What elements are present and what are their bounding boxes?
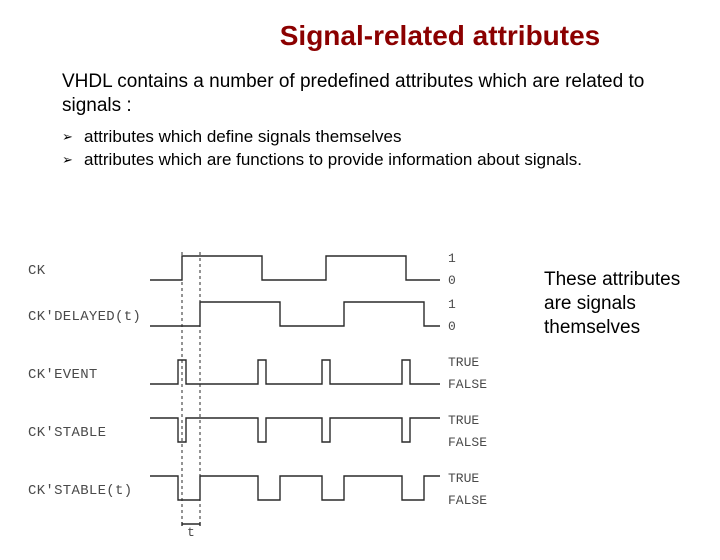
val-0: 0 — [448, 273, 456, 288]
val-true-b: TRUE — [448, 413, 479, 428]
wave-ck — [150, 256, 440, 280]
val-false-b: FALSE — [448, 435, 487, 450]
wave-ck-stable — [150, 418, 440, 442]
intro-paragraph: VHDL contains a number of predefined att… — [62, 70, 682, 118]
bullet-text: attributes which are functions to provid… — [84, 149, 582, 170]
side-note: These attributes are signals themselves — [544, 268, 694, 339]
list-item: ➢ attributes which are functions to prov… — [62, 149, 690, 170]
wave-ck-stable-t — [150, 476, 440, 500]
t-label: t — [187, 525, 195, 538]
val-1: 1 — [448, 251, 456, 266]
label-ck-stable: CK'STABLE — [28, 425, 106, 441]
bullet-icon: ➢ — [62, 126, 84, 145]
list-item: ➢ attributes which define signals themse… — [62, 126, 690, 147]
label-ck-stable-t: CK'STABLE(t) — [28, 483, 132, 499]
label-ck-delayed: CK'DELAYED(t) — [28, 309, 141, 325]
val-true-c: TRUE — [448, 471, 479, 486]
val-true-a: TRUE — [448, 355, 479, 370]
bullet-icon: ➢ — [62, 149, 84, 168]
bullet-list: ➢ attributes which define signals themse… — [62, 126, 690, 171]
wave-ck-event — [150, 360, 440, 384]
label-ck-event: CK'EVENT — [28, 367, 98, 383]
val-false-a: FALSE — [448, 377, 487, 392]
val-false-c: FALSE — [448, 493, 487, 508]
label-ck: CK — [28, 263, 46, 279]
bullet-text: attributes which define signals themselv… — [84, 126, 402, 147]
timing-diagram: CK 1 0 CK'DELAYED(t) 1 0 CK'EVENT TRUE F… — [10, 238, 530, 538]
val-1b: 1 — [448, 297, 456, 312]
slide-title: Signal-related attributes — [160, 20, 720, 52]
val-0b: 0 — [448, 319, 456, 334]
wave-ck-delayed — [150, 302, 440, 326]
